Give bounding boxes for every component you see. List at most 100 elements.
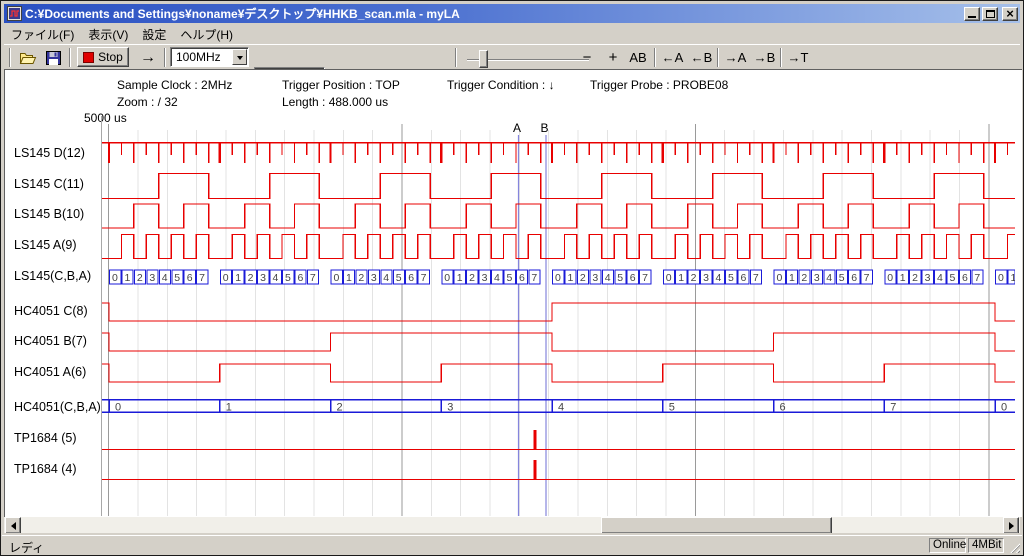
minimize-icon — [968, 16, 976, 18]
stop-button[interactable]: Stop — [77, 47, 129, 67]
info-sample-clock: Sample Clock : 2MHz — [117, 78, 232, 92]
goto-cursor-a-button[interactable]: ←A — [659, 47, 686, 68]
svg-text:7: 7 — [310, 272, 316, 284]
single-run-button[interactable]: → — [135, 47, 161, 68]
save-file-button[interactable] — [41, 47, 65, 68]
svg-text:0: 0 — [777, 272, 783, 284]
scroll-right-icon — [1009, 522, 1018, 530]
svg-text:2: 2 — [691, 272, 697, 284]
zoom-slider-handle[interactable] — [479, 50, 488, 68]
run-arrow-icon: → — [140, 49, 156, 67]
dropdown-button[interactable] — [232, 49, 247, 65]
trace-0 — [102, 143, 1015, 164]
svg-text:6: 6 — [187, 272, 193, 284]
set-cursor-a-button[interactable]: →A — [722, 47, 749, 68]
svg-text:1: 1 — [346, 272, 352, 284]
zoom-ab-label: AB — [629, 50, 646, 65]
sample-clock-select[interactable]: 100MHz — [170, 47, 249, 67]
window-title: C:¥Documents and Settings¥noname¥デスクトップ¥… — [25, 5, 964, 22]
svg-text:6: 6 — [408, 272, 414, 284]
scrollbar-thumb[interactable] — [601, 517, 832, 534]
maximize-button[interactable] — [982, 7, 998, 21]
menu-view[interactable]: 表示(V) — [81, 24, 135, 45]
goto-a-label: ←A — [662, 50, 684, 65]
svg-text:2: 2 — [358, 272, 364, 284]
svg-text:5: 5 — [507, 272, 513, 284]
svg-text:1: 1 — [900, 272, 906, 284]
svg-text:1: 1 — [678, 272, 684, 284]
zoom-in-button[interactable]: + — [602, 47, 624, 68]
zoom-out-button[interactable]: − — [576, 47, 598, 68]
stop-label: Stop — [98, 50, 123, 64]
chevron-down-icon — [237, 56, 243, 63]
svg-text:1: 1 — [226, 402, 232, 414]
svg-text:2: 2 — [801, 272, 807, 284]
horizontal-scrollbar[interactable] — [4, 517, 1020, 534]
zoom-slider[interactable] — [467, 47, 589, 69]
window-controls: × — [964, 7, 1018, 21]
svg-text:1: 1 — [789, 272, 795, 284]
toolbar-separator — [69, 48, 71, 67]
svg-text:3: 3 — [592, 272, 598, 284]
svg-text:2: 2 — [469, 272, 475, 284]
svg-text:2: 2 — [580, 272, 586, 284]
svg-text:3: 3 — [260, 272, 266, 284]
svg-text:3: 3 — [447, 402, 453, 414]
svg-text:0: 0 — [115, 402, 121, 414]
trace-4: 0123456701234567012345670123456701234567… — [110, 270, 1016, 284]
waveform-area[interactable]: AB01234567012345670123456701234567012345… — [102, 114, 1015, 516]
svg-text:0: 0 — [112, 272, 118, 284]
scroll-right-button[interactable] — [1003, 517, 1019, 534]
close-button[interactable]: × — [1002, 7, 1018, 21]
zoom-in-label: + — [609, 49, 618, 66]
zoom-ab-button[interactable]: AB — [625, 47, 651, 68]
svg-text:4: 4 — [383, 272, 389, 284]
title-bar[interactable]: C:¥Documents and Settings¥noname¥デスクトップ¥… — [4, 4, 1020, 23]
close-icon: × — [1006, 9, 1014, 19]
svg-text:2: 2 — [137, 272, 143, 284]
svg-text:7: 7 — [753, 272, 759, 284]
svg-text:4: 4 — [937, 272, 943, 284]
svg-text:5: 5 — [174, 272, 180, 284]
svg-text:5: 5 — [617, 272, 623, 284]
set-b-label: →B — [754, 50, 776, 65]
cursors[interactable]: AB — [513, 121, 549, 516]
svg-text:1: 1 — [124, 272, 130, 284]
channel-label-9: TP1684 (5) — [14, 431, 77, 445]
svg-text:4: 4 — [558, 402, 564, 414]
trace-2 — [102, 204, 1015, 228]
svg-text:1: 1 — [457, 272, 463, 284]
menu-settings[interactable]: 設定 — [135, 24, 173, 45]
goto-trigger-button[interactable]: →T — [785, 47, 811, 68]
zoom-out-label: − — [583, 49, 592, 66]
stop-icon — [83, 52, 94, 63]
svg-text:5: 5 — [669, 402, 675, 414]
svg-text:7: 7 — [890, 402, 896, 414]
status-online: Online — [929, 538, 966, 553]
minimize-button[interactable] — [964, 7, 980, 21]
goto-cursor-b-button[interactable]: ←B — [688, 47, 715, 68]
channel-label-5: HC4051 C(8) — [14, 304, 88, 318]
open-file-button[interactable] — [16, 47, 40, 68]
svg-text:5: 5 — [396, 272, 402, 284]
svg-text:5: 5 — [285, 272, 291, 284]
svg-text:6: 6 — [297, 272, 303, 284]
menu-file[interactable]: ファイル(F) — [4, 24, 81, 45]
app-window: C:¥Documents and Settings¥noname¥デスクトップ¥… — [0, 0, 1024, 556]
menu-help[interactable]: ヘルプ(H) — [173, 24, 240, 45]
resize-grip[interactable] — [1008, 541, 1020, 553]
info-trigger-position: Trigger Position : TOP — [282, 78, 400, 92]
channel-label-1: LS145 C(11) — [14, 177, 84, 191]
set-cursor-b-button[interactable]: →B — [751, 47, 778, 68]
svg-text:4: 4 — [162, 272, 168, 284]
trace-8: 012345670 — [102, 399, 1015, 414]
svg-text:5: 5 — [950, 272, 956, 284]
scroll-left-button[interactable] — [5, 517, 21, 534]
svg-text:6: 6 — [630, 272, 636, 284]
channel-label-7: HC4051 A(6) — [14, 365, 86, 379]
trace-3 — [102, 235, 1015, 259]
svg-text:2: 2 — [248, 272, 254, 284]
status-ready: レディ — [9, 539, 44, 556]
toolbar-separator — [455, 48, 457, 67]
toolbar-separator — [164, 48, 166, 67]
